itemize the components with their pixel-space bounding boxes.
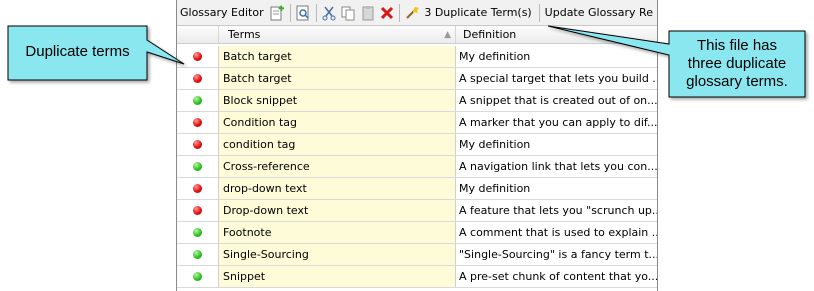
right-callout-line-1: This file has <box>696 37 778 54</box>
left-callout-text: Duplicate terms <box>25 43 130 60</box>
right-callout-text: This file has three duplicate glossary t… <box>669 37 805 91</box>
right-callout-line-3: glossary terms. <box>686 73 788 90</box>
right-callout-line-2: three duplicate <box>687 55 787 72</box>
